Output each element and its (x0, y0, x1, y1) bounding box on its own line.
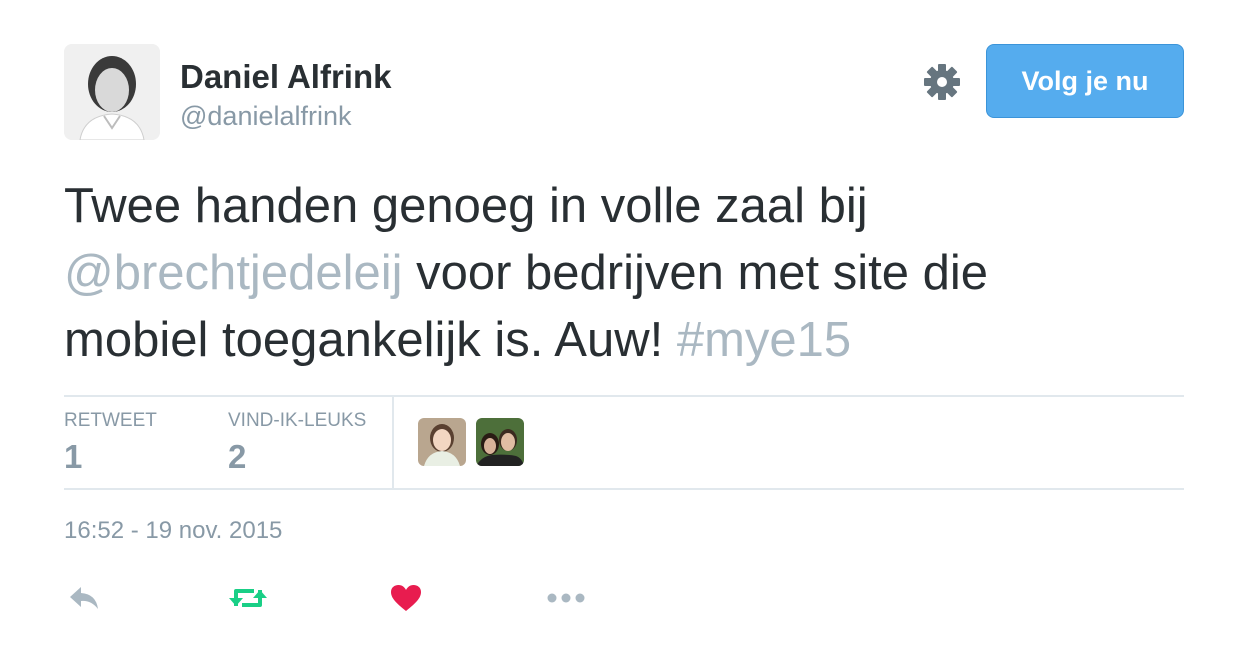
follow-button[interactable]: Volg je nu (986, 44, 1184, 118)
author-avatar[interactable] (64, 44, 160, 140)
tweet-text-line3: mobiel toegankelijk is. Auw! (64, 313, 677, 367)
likes-count[interactable]: 2 (228, 438, 246, 476)
tweet-timestamp[interactable]: 16:52 - 19 nov. 2015 (64, 517, 282, 545)
likes-label[interactable]: VIND-IK-LEUKS (228, 410, 366, 432)
more-icon[interactable] (546, 580, 586, 616)
reply-icon[interactable] (64, 580, 104, 616)
tweet-text-line1: Twee handen genoeg in volle zaal bij (64, 179, 868, 233)
retweet-label[interactable]: RETWEET (64, 410, 157, 432)
author-name[interactable]: Daniel Alfrink (180, 58, 392, 96)
stats-vertical-divider (392, 396, 394, 488)
heart-icon[interactable] (386, 580, 426, 616)
stats-bottom-divider (64, 488, 1184, 490)
hashtag-link[interactable]: #mye15 (677, 313, 851, 367)
retweet-icon[interactable] (228, 580, 268, 616)
settings-gear-icon[interactable] (922, 62, 962, 102)
liker-avatar[interactable] (418, 418, 466, 466)
mention-link[interactable]: @brechtjedeleij (64, 246, 402, 300)
retweet-count[interactable]: 1 (64, 438, 82, 476)
tweet-text: Twee handen genoeg in volle zaal bij @br… (64, 173, 1184, 374)
stats-top-divider (64, 395, 1184, 397)
liker-avatar[interactable] (476, 418, 524, 466)
author-handle[interactable]: @danielalfrink (180, 101, 352, 132)
tweet-text-line2: voor bedrijven met site die (402, 246, 989, 300)
author-avatar-photo (64, 44, 160, 140)
